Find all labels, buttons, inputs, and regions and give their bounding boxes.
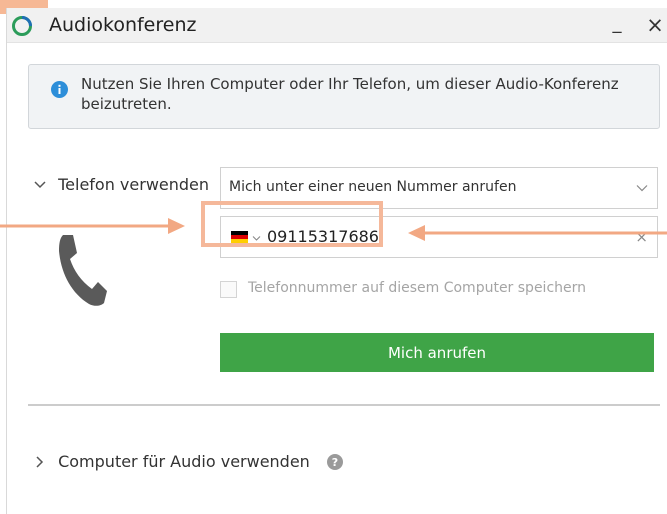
country-chevron-down-icon[interactable] bbox=[252, 234, 261, 243]
info-icon bbox=[51, 81, 68, 98]
info-banner: Nutzen Sie Ihren Computer oder Ihr Telef… bbox=[28, 64, 660, 129]
arrow-right-icon bbox=[0, 218, 185, 234]
germany-flag-icon[interactable] bbox=[231, 231, 248, 243]
use-computer-audio-label: Computer für Audio verwenden bbox=[58, 452, 310, 471]
chevron-down-icon bbox=[34, 180, 46, 188]
minimize-button[interactable]: _ bbox=[607, 11, 627, 37]
use-computer-audio-toggle[interactable]: Computer für Audio verwenden ? bbox=[33, 451, 343, 473]
call-me-button[interactable]: Mich anrufen bbox=[220, 333, 654, 372]
app-logo-icon bbox=[12, 16, 32, 36]
audio-conference-dialog: Audiokonferenz _ × Nutzen Sie Ihren Comp… bbox=[6, 8, 667, 514]
close-button[interactable]: × bbox=[645, 12, 665, 38]
title-bar: Audiokonferenz _ × bbox=[7, 8, 667, 43]
window-title: Audiokonferenz bbox=[49, 14, 197, 36]
use-phone-label: Telefon verwenden bbox=[58, 175, 210, 194]
help-icon[interactable]: ? bbox=[326, 453, 343, 470]
phone-handset-icon bbox=[59, 235, 107, 306]
call-mode-select[interactable]: Mich unter einer neuen Nummer anrufen bbox=[220, 167, 658, 209]
svg-text:?: ? bbox=[332, 456, 338, 469]
chevron-right-icon bbox=[36, 455, 44, 468]
phone-number-input[interactable] bbox=[267, 224, 417, 248]
chevron-down-icon bbox=[636, 185, 648, 192]
section-divider bbox=[28, 404, 660, 406]
save-number-checkbox[interactable] bbox=[220, 281, 237, 298]
save-number-label: Telefonnummer auf diesem Computer speich… bbox=[248, 280, 587, 296]
page: Audiokonferenz _ × Nutzen Sie Ihren Comp… bbox=[0, 0, 667, 514]
call-mode-value: Mich unter einer neuen Nummer anrufen bbox=[229, 179, 517, 195]
arrow-left-icon bbox=[408, 225, 667, 241]
use-phone-toggle[interactable]: Telefon verwenden bbox=[33, 174, 209, 196]
info-text: Nutzen Sie Ihren Computer oder Ihr Telef… bbox=[81, 75, 619, 113]
